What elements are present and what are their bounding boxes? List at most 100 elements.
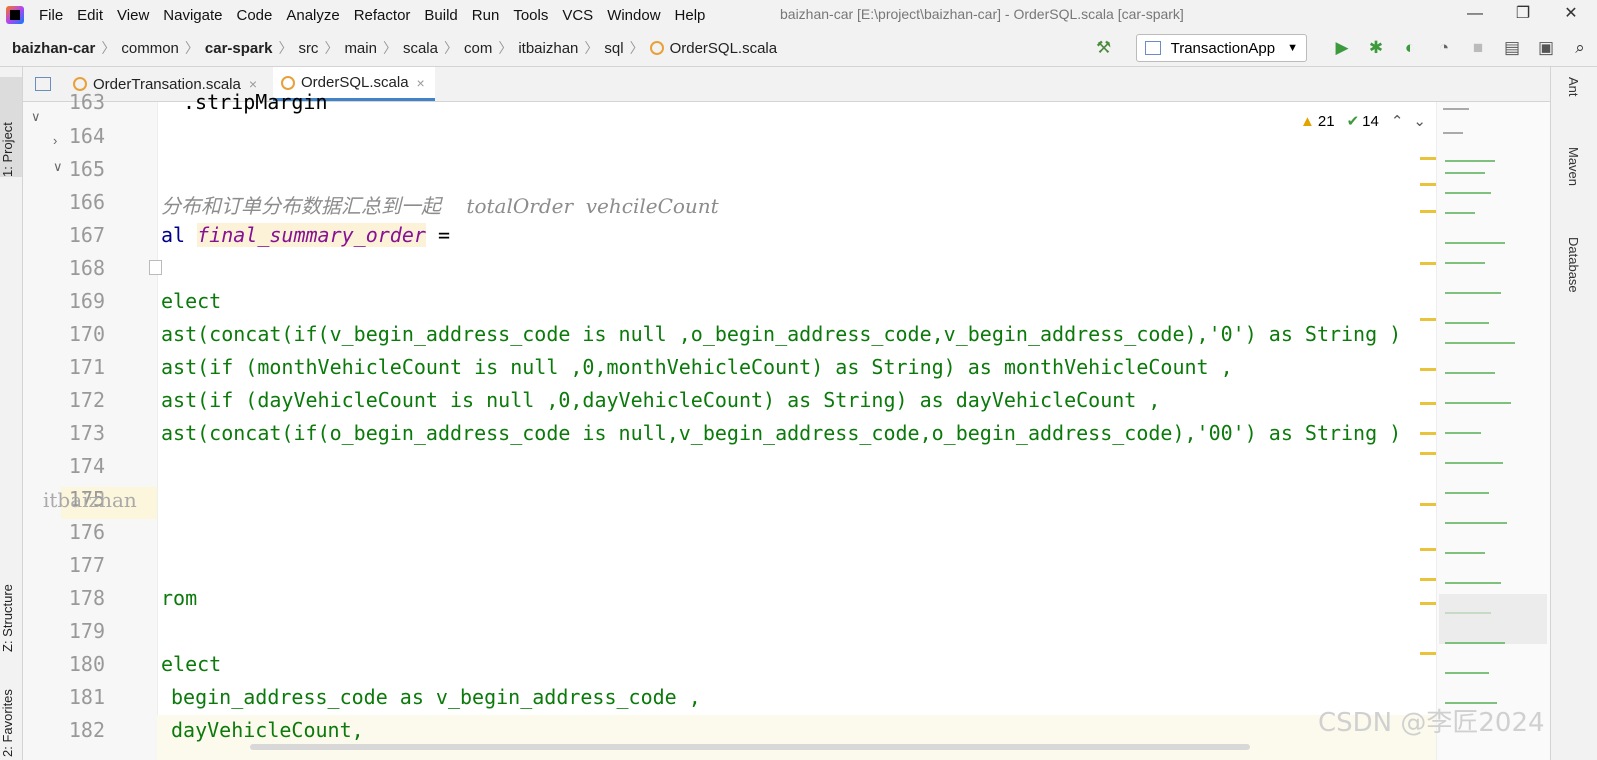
ant-tool-tab[interactable]: Ant	[1559, 77, 1581, 97]
debug-bug-icon[interactable]: ✱	[1364, 36, 1388, 60]
profile-icon[interactable]: ◔	[1432, 36, 1456, 60]
line-number: 169	[68, 289, 105, 313]
breadcrumb-itbaizhan[interactable]: itbaizhan	[518, 40, 578, 57]
line-number: 172	[68, 388, 105, 412]
code-line: ast(concat(if(v_begin_address_code is nu…	[161, 322, 1402, 346]
close-window-button[interactable]: ✕	[1556, 2, 1586, 26]
minimize-button[interactable]: —	[1460, 2, 1490, 26]
code-minimap[interactable]	[1436, 102, 1551, 760]
line-number: 181	[68, 685, 105, 709]
menu-file[interactable]: File	[39, 7, 63, 24]
structure-tool-tab[interactable]: Z: Structure	[0, 542, 22, 652]
check-icon: ✔	[1346, 113, 1360, 130]
chevron-up-icon[interactable]: ⌃	[1391, 112, 1404, 130]
line-number: 180	[68, 652, 105, 676]
horizontal-scrollbar[interactable]	[250, 744, 1250, 750]
scroll-marker[interactable]	[1420, 318, 1436, 321]
breadcrumb-sql[interactable]: sql	[604, 40, 623, 57]
scroll-marker[interactable]	[1420, 578, 1436, 581]
menu-view[interactable]: View	[117, 7, 149, 24]
project-structure-icon[interactable]: ▤	[1500, 36, 1524, 60]
menu-vcs[interactable]: VCS	[562, 7, 593, 24]
breadcrumb-project[interactable]: baizhan-car	[12, 40, 95, 57]
code-line-val-declaration: al final_summary_order =	[161, 223, 450, 247]
maven-tool-label: Maven	[1566, 147, 1581, 187]
database-tool-tab[interactable]: Database	[1559, 237, 1581, 293]
database-tool-label: Database	[1566, 237, 1581, 293]
scroll-marker[interactable]	[1420, 402, 1436, 405]
breadcrumb-main[interactable]: main	[344, 40, 377, 57]
menu-tools[interactable]: Tools	[513, 7, 548, 24]
scroll-marker[interactable]	[1420, 368, 1436, 371]
check-count: 14	[1362, 112, 1379, 130]
code-editor[interactable]: 163 .stripMargin 164 165 166 分布和订单分布数据汇总…	[43, 90, 1436, 760]
scroll-marker[interactable]	[1420, 652, 1436, 655]
scroll-marker[interactable]	[1420, 432, 1436, 435]
ant-tool-label: Ant	[1566, 77, 1581, 97]
assign-operator: =	[425, 223, 450, 247]
pane-icon	[35, 77, 51, 91]
menu-window[interactable]: Window	[607, 7, 660, 24]
line-number: 173	[68, 421, 105, 445]
code-comment-line: 分布和订单分布数据汇总到一起 totalOrder vehcileCount	[161, 194, 719, 218]
scala-object-icon	[649, 41, 664, 55]
scala-object-icon	[281, 75, 295, 90]
coverage-icon[interactable]: ◐	[1398, 36, 1422, 60]
inspection-widget[interactable]: ▲ 21 ✔ 14 ⌃ ⌄	[1300, 112, 1426, 131]
line-number: 167	[68, 223, 105, 247]
scroll-marker[interactable]	[1420, 262, 1436, 265]
scroll-marker[interactable]	[1420, 548, 1436, 551]
favorites-tool-tab[interactable]: 2: Favorites	[0, 667, 22, 757]
run-config-dropdown[interactable]: TransactionApp ▼	[1135, 34, 1307, 62]
scroll-marker[interactable]	[1420, 210, 1436, 213]
left-tool-strip: 1: Project Z: Structure 2: Favorites	[0, 67, 23, 760]
favorites-tool-label: 2: Favorites	[0, 689, 15, 757]
maximize-button[interactable]: ❐	[1508, 2, 1538, 26]
menu-help[interactable]: Help	[675, 7, 706, 24]
run-icon[interactable]: ▶	[1330, 36, 1354, 60]
menu-code[interactable]: Code	[236, 7, 272, 24]
menu-navigate[interactable]: Navigate	[163, 7, 222, 24]
line-number: 178	[68, 586, 105, 610]
chevron-down-icon[interactable]: ⌄	[1413, 112, 1426, 130]
scroll-marker[interactable]	[1420, 503, 1436, 506]
line-number: 168	[68, 256, 105, 280]
csdn-watermark: CSDN @李匠2024	[1318, 708, 1545, 738]
close-tab-icon[interactable]: ×	[417, 75, 425, 91]
chevron-right-icon[interactable]: ›	[53, 133, 57, 148]
line-number: 165	[68, 157, 105, 181]
scroll-marker[interactable]	[1420, 183, 1436, 186]
scroll-marker[interactable]	[1420, 157, 1436, 160]
variable-final-summary-order: final_summary_order	[197, 223, 426, 247]
breadcrumb-src[interactable]: src	[298, 40, 318, 57]
line-number: 170	[68, 322, 105, 346]
maven-tool-tab[interactable]: Maven	[1559, 147, 1581, 186]
breadcrumb-scala[interactable]: scala	[403, 40, 438, 57]
breadcrumb-common[interactable]: common	[121, 40, 179, 57]
minimap-viewport[interactable]	[1439, 594, 1547, 644]
menu-edit[interactable]: Edit	[77, 7, 103, 24]
build-hammer-icon[interactable]: ⚒	[1092, 36, 1116, 60]
menu-analyze[interactable]: Analyze	[286, 7, 339, 24]
scroll-marker[interactable]	[1420, 452, 1436, 455]
tab-label: OrderSQL.scala	[301, 74, 409, 91]
code-line: begin_address_code as v_begin_address_co…	[171, 685, 701, 709]
fold-marker-icon[interactable]	[149, 260, 162, 275]
run-anything-icon[interactable]: ▣	[1534, 36, 1558, 60]
chevron-down-icon[interactable]: ∨	[31, 109, 41, 125]
breadcrumb-com[interactable]: com	[464, 40, 492, 57]
menu-refactor[interactable]: Refactor	[354, 7, 411, 24]
menu-run[interactable]: Run	[472, 7, 500, 24]
search-icon[interactable]: ⌕	[1568, 36, 1592, 60]
project-tool-tab[interactable]: 1: Project	[0, 77, 22, 177]
menu-build[interactable]: Build	[424, 7, 457, 24]
breadcrumb-file[interactable]: OrderSQL.scala	[670, 40, 778, 57]
stop-icon[interactable]: ■	[1466, 36, 1490, 60]
line-number: 164	[68, 124, 105, 148]
code-line: ast(concat(if(o_begin_address_code is nu…	[161, 421, 1402, 445]
scroll-marker[interactable]	[1420, 602, 1436, 605]
code-line: elect	[161, 652, 222, 676]
line-number: 174	[68, 454, 105, 478]
breadcrumb-module[interactable]: car-spark	[205, 40, 273, 57]
line-number: 177	[68, 553, 105, 577]
